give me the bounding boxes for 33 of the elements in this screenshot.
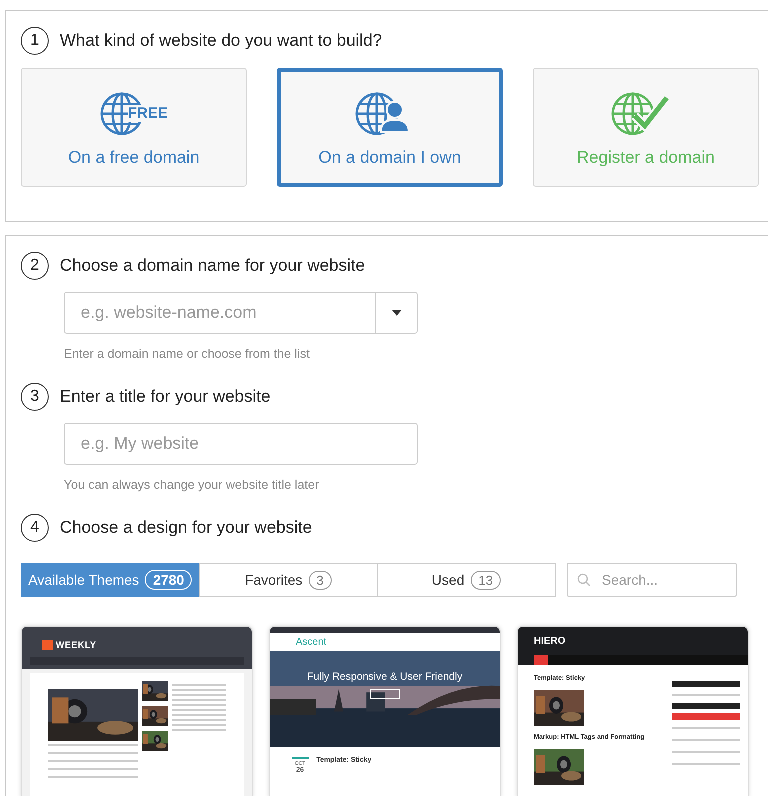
count-badge: 13 xyxy=(470,570,502,590)
theme-logo: WEEKLY xyxy=(56,640,97,650)
step-title: Choose a domain name for your website xyxy=(60,256,366,276)
step-title: What kind of website do you want to build? xyxy=(60,31,382,51)
theme-tab[interactable]: Favorites 3 xyxy=(199,563,378,597)
domain-option[interactable]: On a domain I own xyxy=(277,68,503,187)
domain-input[interactable]: e.g. website-name.com xyxy=(64,292,376,334)
step-number: 3 xyxy=(21,383,49,411)
search-field[interactable]: Search... xyxy=(567,563,737,597)
hint-text: You can always change your website title later xyxy=(64,478,320,492)
step-title: Enter a title for your website xyxy=(60,387,271,407)
theme-logo: Ascent xyxy=(296,636,327,648)
read-more-button[interactable] xyxy=(370,689,400,699)
theme-tab[interactable]: Used 13 xyxy=(377,563,556,597)
domain-option[interactable]: FREE On a free domain xyxy=(21,68,247,187)
search-icon xyxy=(577,573,591,587)
theme-tab[interactable]: Available Themes 2780 xyxy=(21,563,200,597)
tab-bar xyxy=(672,713,740,720)
hint-text: Enter a domain name or choose from the list xyxy=(64,347,311,361)
hero-headline: Fully Responsive & User Friendly xyxy=(307,671,463,683)
count-badge: 2780 xyxy=(145,570,192,590)
theme-logo: HIERO xyxy=(534,636,567,647)
step-number: 1 xyxy=(21,27,49,55)
step-number: 2 xyxy=(21,252,49,280)
count-badge: 3 xyxy=(308,570,332,590)
caret-icon xyxy=(392,310,402,316)
active-nav-item xyxy=(534,655,548,665)
step-number: 4 xyxy=(21,514,49,542)
free-label: FREE xyxy=(128,105,168,122)
theme-thumbnail[interactable]: WEEKLY xyxy=(21,626,253,796)
step-title: Choose a design for your website xyxy=(60,518,312,538)
title-input[interactable]: e.g. My website xyxy=(64,423,418,465)
logo-icon xyxy=(42,640,53,650)
